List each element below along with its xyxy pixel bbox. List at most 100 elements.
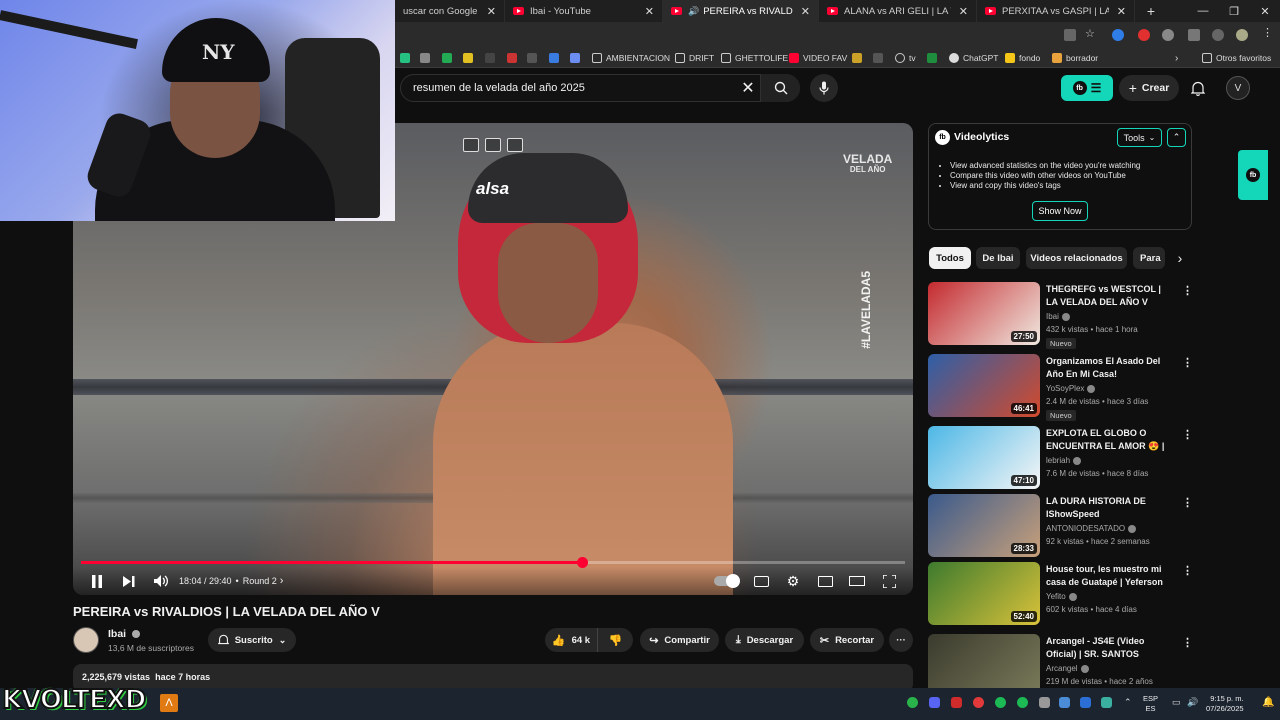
tab-ibai-youtube[interactable]: Ibai - YouTube ✕ xyxy=(505,0,663,22)
recommendation-item[interactable]: 28:33 LA DURA HISTORIA DE IShowSpeed ANTON… xyxy=(928,494,1198,560)
bookmark-icon[interactable] xyxy=(485,53,495,63)
video-thumbnail[interactable]: 27:50 xyxy=(928,282,1040,345)
miniplayer-button[interactable] xyxy=(815,570,835,592)
recommendation-item[interactable]: 52:40 House tour, les muestro mi casa de … xyxy=(928,562,1198,628)
bookmark-icon[interactable] xyxy=(873,53,883,63)
chip-de-ibai[interactable]: De Ibai xyxy=(976,247,1020,269)
fullscreen-button[interactable] xyxy=(879,570,899,592)
voice-search-button[interactable] xyxy=(810,74,838,102)
notifications-icon[interactable]: 🔔 xyxy=(1262,697,1274,708)
more-options-icon[interactable]: ⋮ xyxy=(1182,428,1193,441)
maximize-button[interactable]: ❐ xyxy=(1219,0,1249,22)
more-actions-button[interactable]: ··· xyxy=(889,628,913,652)
close-icon[interactable]: ✕ xyxy=(645,5,654,18)
video-thumbnail[interactable]: 47:10 xyxy=(928,426,1040,489)
tab-perxitaa-vs-gaspi[interactable]: PERXITAA vs GASPI | LA VELADA ✕ xyxy=(977,0,1135,22)
settings-button[interactable]: ⚙ xyxy=(783,570,803,592)
bookmark-icon[interactable] xyxy=(527,53,537,63)
bookmark-folder-ambientacion[interactable]: AMBIENTACION xyxy=(592,51,670,65)
subscribed-button[interactable]: Suscrito ⌄ xyxy=(208,628,296,652)
channel-name[interactable]: YoSoyPlex xyxy=(1046,384,1096,393)
chevron-right-icon[interactable]: › xyxy=(1171,249,1189,267)
tray-icon[interactable] xyxy=(951,697,962,708)
new-tab-button[interactable]: + xyxy=(1136,0,1166,22)
bookmark-other-favorites[interactable]: Otros favoritos xyxy=(1202,51,1271,65)
miniplayer-icon[interactable] xyxy=(463,138,479,152)
minimize-button[interactable]: — xyxy=(1188,0,1218,22)
videolytics-side-tab[interactable]: fb xyxy=(1238,150,1268,200)
tray-icon[interactable] xyxy=(1039,697,1050,708)
videolytics-tools-button[interactable]: Tools ⌄ xyxy=(1117,128,1162,147)
discord-icon[interactable] xyxy=(929,697,940,708)
tray-icon[interactable] xyxy=(973,697,984,708)
progress-bar[interactable] xyxy=(81,557,905,568)
menu-kebab-icon[interactable]: ⋮ xyxy=(1262,26,1274,39)
spotify-icon[interactable] xyxy=(1017,697,1028,708)
tab-alana-vs-ari-geli[interactable]: ALANA vs ARI GELI | LA VELADA ✕ xyxy=(819,0,977,22)
clock[interactable]: 9:15 p. m. 07/26/2025 xyxy=(1206,694,1244,714)
videolytics-collapse-button[interactable]: ⌃ xyxy=(1167,128,1186,147)
close-icon[interactable]: ✕ xyxy=(801,5,810,18)
bookmark-icon[interactable] xyxy=(549,53,559,63)
autoplay-toggle[interactable] xyxy=(713,570,740,592)
videolytics-header-button[interactable]: fb ☰ xyxy=(1061,75,1113,101)
bookmark-chatgpt[interactable]: ChatGPT xyxy=(949,51,998,65)
favorites-icon[interactable] xyxy=(1212,29,1224,41)
bluetooth-icon[interactable] xyxy=(1080,697,1091,708)
language-indicator[interactable]: ESP ES xyxy=(1143,694,1158,714)
channel-name[interactable]: lebriah xyxy=(1046,456,1082,465)
bookmark-borrador[interactable]: borrador xyxy=(1052,51,1098,65)
download-button[interactable]: ⤓ Descargar xyxy=(725,628,804,652)
like-button[interactable]: 👍 64 k xyxy=(545,628,597,652)
create-button[interactable]: + Crear xyxy=(1119,75,1179,101)
tab-pereira-vs-rivaldios[interactable]: 🔊 PEREIRA vs RIVALDIOS | LA ✕ xyxy=(663,0,819,22)
video-thumbnail[interactable]: 46:41 xyxy=(928,354,1040,417)
show-now-button[interactable]: Show Now xyxy=(1032,201,1088,221)
translate-icon[interactable] xyxy=(507,138,523,152)
bookmark-icon[interactable] xyxy=(927,53,937,63)
bookmark-icon[interactable] xyxy=(420,53,430,63)
more-options-icon[interactable]: ⋮ xyxy=(1182,356,1193,369)
extensions-puzzle-icon[interactable] xyxy=(1188,29,1200,41)
bookmark-icon[interactable] xyxy=(570,53,580,63)
video-title[interactable]: EXPLOTA EL GLOBO O ENCUENTRA EL AMOR 😍 |… xyxy=(1046,427,1174,454)
account-avatar[interactable]: V xyxy=(1226,76,1250,100)
clip-button[interactable]: ✂ Recortar xyxy=(810,628,884,652)
channel-name[interactable]: Arcangel xyxy=(1046,664,1089,673)
channel-avatar[interactable] xyxy=(73,627,99,653)
tab-google-search[interactable]: uscar con Google ✕ xyxy=(395,0,505,22)
tray-icon[interactable] xyxy=(1101,697,1112,708)
bookmark-folder-ghettolife[interactable]: GHETTOLIFE xyxy=(721,51,788,65)
more-options-icon[interactable]: ⋮ xyxy=(1182,636,1193,649)
more-options-icon[interactable]: ⋮ xyxy=(1182,496,1193,509)
chevron-right-icon[interactable]: › xyxy=(280,575,284,587)
close-icon[interactable]: ✕ xyxy=(487,5,496,18)
extension-icon[interactable] xyxy=(1138,29,1150,41)
volume-button[interactable] xyxy=(151,570,171,592)
channel-name[interactable]: ANTONIODESATADO xyxy=(1046,524,1137,533)
chip-todos[interactable]: Todos xyxy=(929,247,971,269)
recommendation-item[interactable]: 46:41 Organizamos El Asado Del Año En Mi … xyxy=(928,354,1198,421)
bookmark-video-fav[interactable]: VIDEO FAV xyxy=(789,51,847,65)
close-window-button[interactable]: ✕ xyxy=(1250,0,1280,22)
video-title[interactable]: Organizamos El Asado Del Año En Mi Casa! xyxy=(1046,355,1174,381)
bookmark-icon[interactable] xyxy=(463,53,473,63)
more-options-icon[interactable]: ⋮ xyxy=(1182,284,1193,297)
dislike-button[interactable]: 👎 xyxy=(597,628,633,652)
bookmark-fondo[interactable]: fondo xyxy=(1005,51,1040,65)
video-thumbnail[interactable]: 52:40 xyxy=(928,562,1040,625)
video-title[interactable]: LA DURA HISTORIA DE IShowSpeed xyxy=(1046,495,1174,521)
more-options-icon[interactable]: ⋮ xyxy=(1182,564,1193,577)
channel-name[interactable]: Yefito xyxy=(1046,592,1077,601)
extension-icon[interactable] xyxy=(1112,29,1124,41)
video-thumbnail[interactable]: 28:33 xyxy=(928,494,1040,557)
extension-icon[interactable] xyxy=(1162,29,1174,41)
chapter-label[interactable]: Round 2 xyxy=(243,576,277,586)
search-button[interactable] xyxy=(760,74,800,102)
next-button[interactable] xyxy=(119,570,139,592)
video-title[interactable]: House tour, les muestro mi casa de Guata… xyxy=(1046,563,1174,590)
bookmark-icon[interactable] xyxy=(400,53,410,63)
tray-icon[interactable] xyxy=(907,697,918,708)
notifications-button[interactable] xyxy=(1188,78,1208,98)
bookmark-icon[interactable] xyxy=(442,53,452,63)
